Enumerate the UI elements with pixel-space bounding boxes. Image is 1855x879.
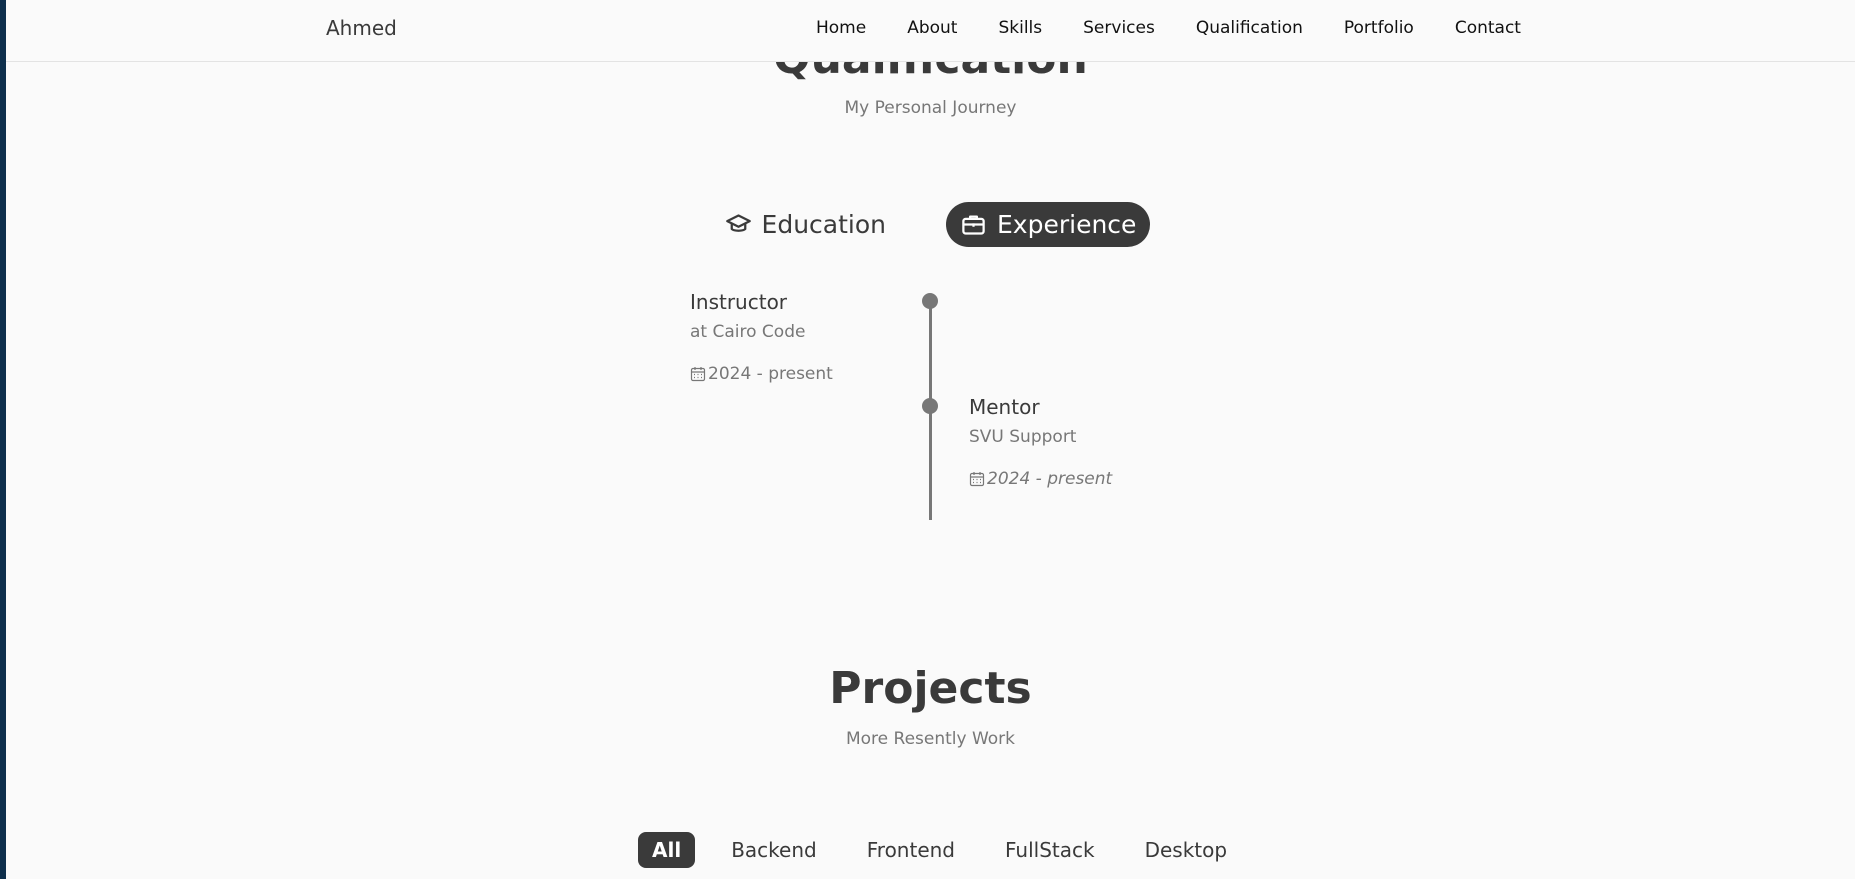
briefcase-icon — [962, 215, 985, 235]
entry-date: 2024 - present — [969, 469, 1112, 489]
tab-education-label: Education — [761, 210, 887, 239]
qualification-subtitle: My Personal Journey — [844, 98, 1017, 118]
timeline-entry-mentor: Mentor SVU Support 2024 - present — [969, 395, 1112, 489]
tab-experience[interactable]: Experience — [946, 202, 1151, 247]
tab-experience-label: Experience — [997, 210, 1137, 239]
nav-link-skills[interactable]: Skills — [998, 18, 1042, 38]
navbar: Ahmed Home About Skills Services Qualifi… — [6, 0, 1855, 62]
qualification-tabs: Education Experience — [6, 202, 1855, 247]
calendar-icon — [690, 367, 706, 382]
entry-date-text: 2024 - present — [708, 364, 833, 384]
nav-link-portfolio[interactable]: Portfolio — [1344, 18, 1414, 38]
timeline-entry-instructor: Instructor at Cairo Code 2024 - present — [690, 290, 833, 384]
filter-desktop[interactable]: Desktop — [1131, 832, 1241, 868]
entry-role: Instructor — [690, 290, 788, 314]
nav-link-qualification[interactable]: Qualification — [1196, 18, 1303, 38]
entry-organization: SVU Support — [969, 427, 1077, 447]
entry-role: Mentor — [969, 395, 1040, 419]
nav-link-contact[interactable]: Contact — [1455, 18, 1521, 38]
filter-backend[interactable]: Backend — [717, 832, 831, 868]
filter-fullstack[interactable]: FullStack — [991, 832, 1109, 868]
logo[interactable]: Ahmed — [326, 16, 397, 40]
filter-all[interactable]: All — [638, 832, 696, 868]
tab-education[interactable]: Education — [711, 202, 900, 247]
projects-title: Projects — [829, 663, 1032, 714]
entry-date-text: 2024 - present — [987, 469, 1113, 489]
nav-link-home[interactable]: Home — [816, 18, 866, 38]
project-filters: All Backend Frontend FullStack Desktop — [638, 832, 1241, 868]
entry-organization: at Cairo Code — [690, 322, 806, 342]
projects-subtitle: More Resently Work — [845, 729, 1016, 749]
filter-frontend[interactable]: Frontend — [853, 832, 969, 868]
calendar-icon — [969, 472, 985, 487]
nav-link-about[interactable]: About — [907, 18, 957, 38]
page: Ahmed Home About Skills Services Qualifi… — [6, 0, 1855, 879]
entry-date: 2024 - present — [690, 364, 833, 384]
graduation-cap-icon — [725, 214, 751, 232]
nav-links: Home About Skills Services Qualification… — [816, 18, 1521, 38]
timeline-dot — [922, 293, 938, 309]
timeline-dot — [922, 398, 938, 414]
nav-link-services[interactable]: Services — [1083, 18, 1155, 38]
